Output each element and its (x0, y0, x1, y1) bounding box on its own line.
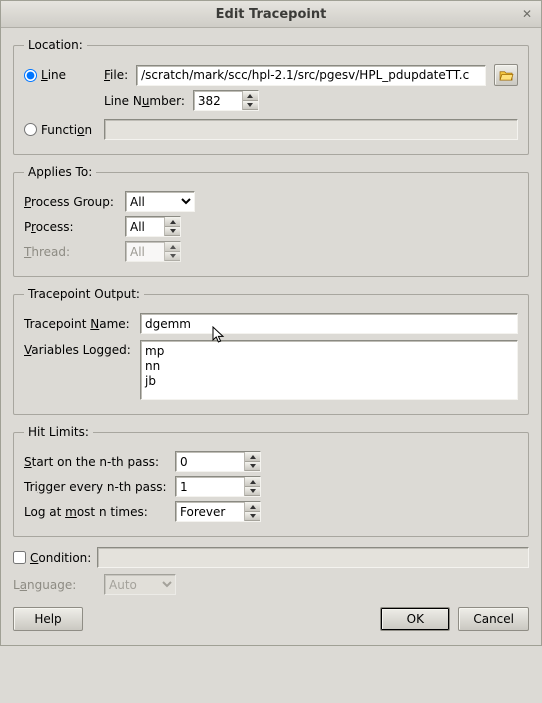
hit-limits-legend: Hit Limits: (24, 425, 93, 439)
ok-button[interactable]: OK (380, 607, 450, 631)
line-number-label: Line Number: (104, 94, 185, 108)
language-label: Language: (13, 578, 98, 592)
thread-down-icon (165, 252, 180, 262)
folder-open-icon (499, 69, 514, 81)
log-at-most-input[interactable] (176, 502, 244, 521)
trigger-every-input[interactable] (176, 477, 244, 496)
tracepoint-output-group: Tracepoint Output: Tracepoint Name: Vari… (13, 287, 529, 415)
start-pass-input[interactable] (176, 452, 244, 471)
start-pass-up-icon[interactable] (245, 452, 260, 462)
variables-logged-input[interactable] (140, 340, 518, 400)
start-pass-label: Start on the n-th pass: (24, 455, 169, 469)
tracepoint-output-legend: Tracepoint Output: (24, 287, 144, 301)
process-input[interactable] (126, 217, 164, 236)
line-number-input[interactable] (194, 91, 242, 110)
process-spin[interactable] (125, 216, 181, 237)
process-group-select[interactable]: All (125, 191, 195, 212)
file-input[interactable] (136, 65, 486, 86)
start-pass-down-icon[interactable] (245, 462, 260, 472)
line-radio[interactable]: Line (24, 68, 96, 82)
line-number-spin[interactable] (193, 90, 259, 111)
process-group-label: Process Group: (24, 195, 119, 209)
location-group: Location: Line File: Line Number: (13, 38, 529, 155)
line-number-up-icon[interactable] (243, 91, 258, 101)
language-select: Auto (104, 574, 176, 595)
log-at-most-label: Log at most n times: (24, 505, 169, 519)
log-at-most-spin[interactable] (175, 501, 261, 522)
hit-limits-group: Hit Limits: Start on the n-th pass: Trig… (13, 425, 529, 537)
process-up-icon[interactable] (165, 217, 180, 227)
condition-check[interactable]: Condition: (13, 551, 91, 565)
variables-logged-label: Variables Logged: (24, 340, 134, 357)
condition-input (97, 547, 529, 568)
edit-tracepoint-dialog: Edit Tracepoint ✕ Location: Line File: (0, 0, 542, 646)
trigger-every-spin[interactable] (175, 476, 261, 497)
line-number-down-icon[interactable] (243, 101, 258, 111)
titlebar: Edit Tracepoint ✕ (1, 1, 541, 28)
file-label: File: (104, 68, 128, 82)
browse-file-button[interactable] (494, 64, 518, 86)
log-at-most-up-icon[interactable] (245, 502, 260, 512)
cancel-button[interactable]: Cancel (458, 607, 529, 631)
log-at-most-down-icon[interactable] (245, 512, 260, 522)
process-down-icon[interactable] (165, 227, 180, 237)
line-radio-label-tail: ine (48, 68, 66, 82)
start-pass-spin[interactable] (175, 451, 261, 472)
thread-spin (125, 241, 181, 262)
trigger-every-down-icon[interactable] (245, 487, 260, 497)
close-icon[interactable]: ✕ (519, 6, 535, 22)
function-input (104, 119, 518, 140)
tracepoint-name-input[interactable] (140, 313, 518, 334)
trigger-every-up-icon[interactable] (245, 477, 260, 487)
function-radio[interactable]: Function (24, 123, 96, 137)
tracepoint-name-label: Tracepoint Name: (24, 317, 134, 331)
thread-up-icon (165, 242, 180, 252)
thread-label: Thread: (24, 245, 119, 259)
window-title: Edit Tracepoint (216, 7, 327, 22)
applies-to-legend: Applies To: (24, 165, 96, 179)
thread-input (126, 242, 164, 261)
trigger-every-label: Trigger every n-th pass: (24, 480, 169, 494)
location-legend: Location: (24, 38, 87, 52)
applies-to-group: Applies To: Process Group: All Process: (13, 165, 529, 277)
process-label: Process: (24, 220, 119, 234)
help-button[interactable]: Help (13, 607, 83, 631)
